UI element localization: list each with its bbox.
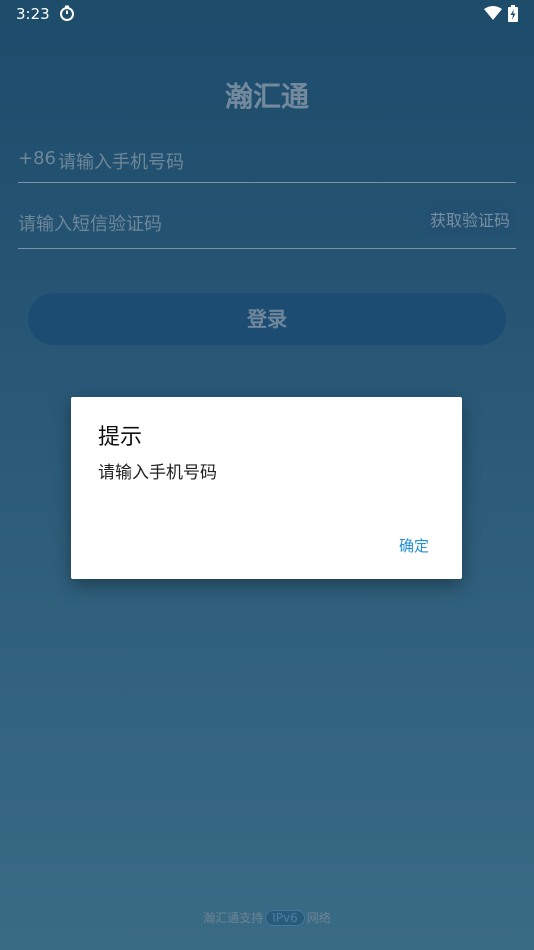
dialog-message: 请输入手机号码	[98, 463, 217, 483]
dialog-title: 提示	[98, 425, 143, 450]
ok-button[interactable]: 确定	[399, 535, 429, 556]
login-screen: 3:23 瀚汇通 +86 请输入手机号码 请输入短信验证码 获取验证码 登录 瀚…	[0, 0, 534, 950]
alert-dialog: 提示 请输入手机号码 确定	[71, 397, 462, 579]
